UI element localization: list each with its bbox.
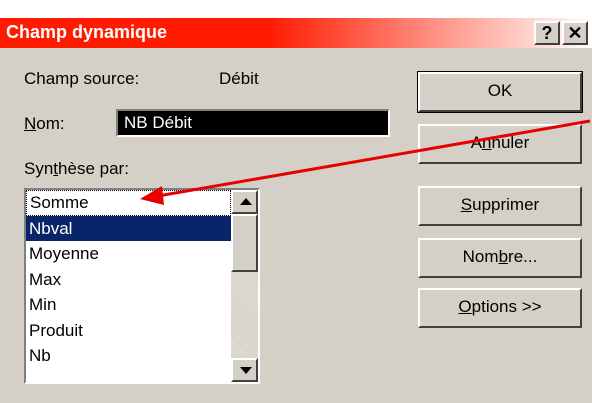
annotation-arrow-head xyxy=(140,186,164,205)
annotation-arrow xyxy=(140,119,591,205)
annotation-arrow-line xyxy=(157,119,591,198)
